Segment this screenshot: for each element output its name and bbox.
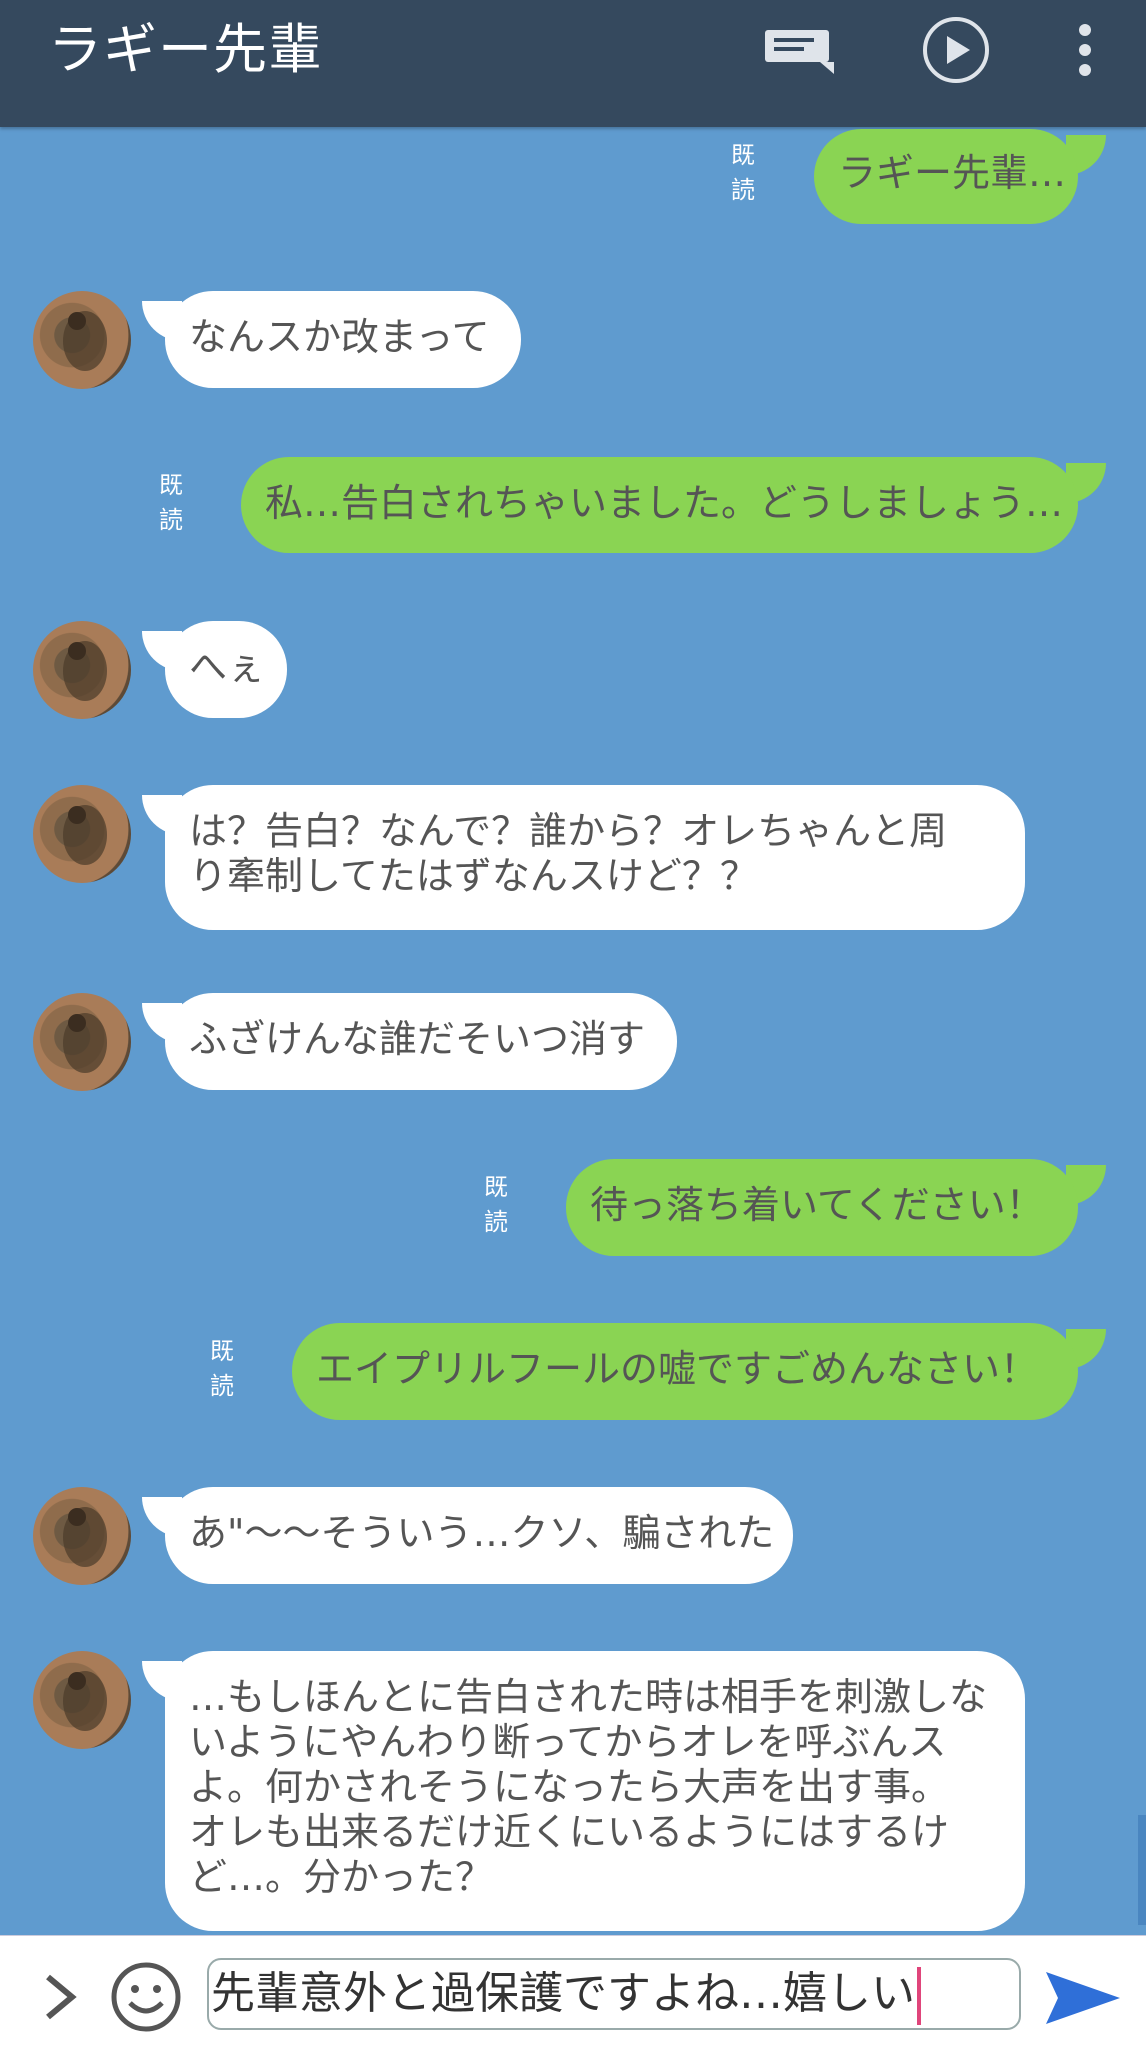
message-bubble[interactable]: なんスか改まって — [165, 291, 521, 388]
scrollbar[interactable] — [1138, 1815, 1146, 1925]
avatar[interactable] — [33, 993, 131, 1091]
message-input[interactable]: 先輩意外と過保護ですよね…嬉しい — [207, 1958, 1021, 2030]
app-header: ラギー先輩 — [0, 0, 1146, 127]
chat-title: ラギー先輩 — [48, 18, 323, 81]
read-receipt: 既読 — [731, 141, 755, 204]
message-bubble[interactable]: ラギー先輩… — [814, 129, 1078, 224]
emoji-icon[interactable] — [110, 1961, 182, 2033]
message-bubble[interactable]: あ"〜〜そういう…クソ、騙された — [165, 1487, 793, 1584]
text-cursor — [917, 1967, 921, 2025]
read-receipt: 既読 — [484, 1173, 508, 1236]
avatar[interactable] — [33, 785, 131, 883]
keyboard-icon[interactable] — [760, 16, 840, 84]
message-bubble[interactable]: 私…告白されちゃいました。どうしましょう… — [241, 457, 1078, 553]
read-receipt: 既読 — [210, 1337, 234, 1400]
read-receipt: 既読 — [159, 471, 183, 534]
avatar[interactable] — [33, 621, 131, 719]
message-bubble[interactable]: 待っ落ち着いてください！ — [566, 1159, 1078, 1256]
more-vert-icon[interactable] — [1060, 16, 1110, 84]
avatar[interactable] — [33, 291, 131, 389]
message-bubble[interactable]: は？告白？なんで？誰から？オレちゃんと周 り牽制してたはずなんスけど？？ — [165, 785, 1025, 930]
avatar[interactable] — [33, 1651, 131, 1749]
avatar[interactable] — [33, 1487, 131, 1585]
chat-area[interactable]: 既読 ラギー先輩… なんスか改まって 既読 私…告白されちゃいました。どうしまし… — [0, 127, 1146, 1935]
message-bubble[interactable]: ふざけんな誰だそいつ消す — [165, 993, 677, 1090]
play-circle-icon[interactable] — [914, 16, 994, 84]
message-input-bar: 先輩意外と過保護ですよね…嬉しい — [0, 1935, 1146, 2049]
send-icon[interactable] — [1044, 1968, 1122, 2028]
message-bubble[interactable]: エイプリルフールの嘘ですごめんなさい！ — [292, 1323, 1078, 1420]
message-bubble[interactable]: …もしほんとに告白された時は相手を刺激しな いようにやんわり断ってからオレを呼ぶ… — [165, 1651, 1025, 1931]
chevron-right-icon[interactable] — [40, 1971, 80, 2023]
message-input-text: 先輩意外と過保護ですよね…嬉しい — [211, 1968, 915, 2019]
message-bubble[interactable]: へぇ — [165, 621, 287, 718]
